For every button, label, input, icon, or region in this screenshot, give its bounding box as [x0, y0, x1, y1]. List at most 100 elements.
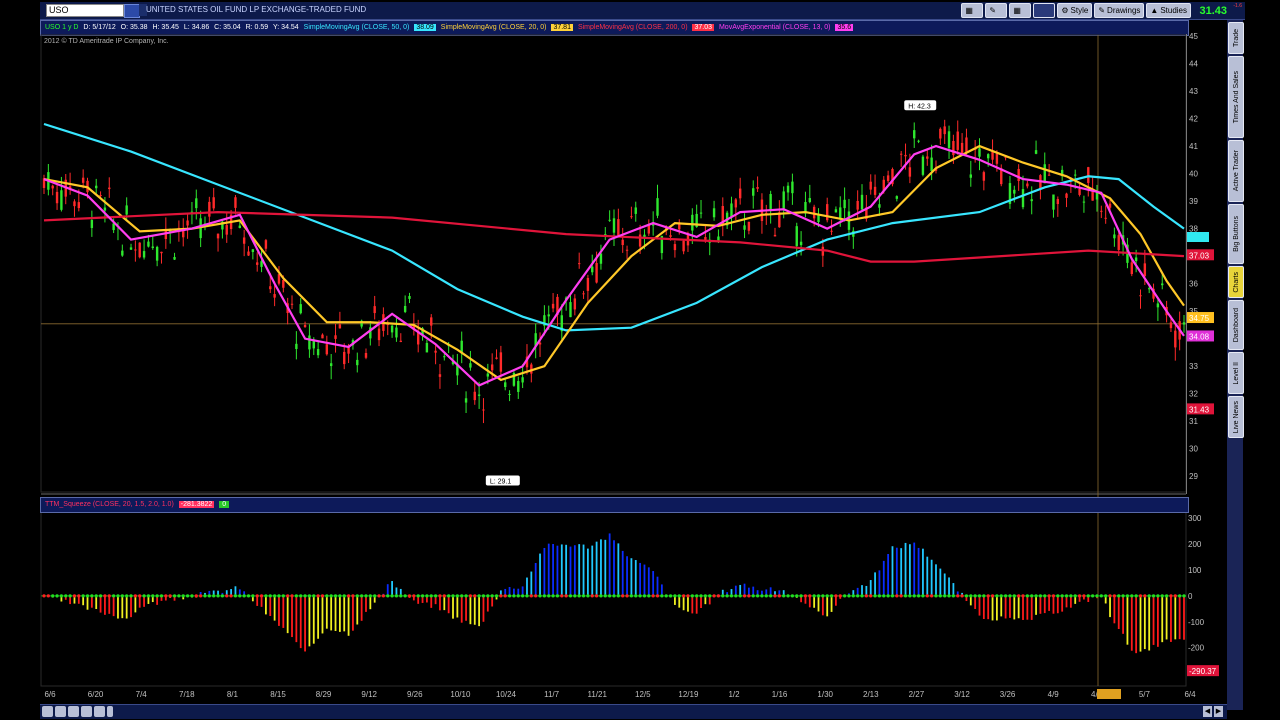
candle-body [216, 233, 220, 239]
squeeze-dot [355, 594, 359, 598]
tab-trade[interactable]: Trade [1228, 22, 1244, 54]
tab-label: Trade [1232, 28, 1240, 48]
squeeze-dot [394, 594, 399, 598]
scroll-forward-icon[interactable]: ▶ [1214, 706, 1223, 717]
squeeze-dot [751, 594, 755, 598]
zoom-in-icon[interactable] [55, 706, 66, 717]
candle-body [138, 242, 141, 258]
candle-body [978, 148, 981, 157]
candle-body [1074, 174, 1077, 176]
candle-body [60, 190, 63, 210]
tab-charts[interactable]: Charts [1228, 266, 1244, 298]
candle-body [238, 225, 242, 228]
squeeze-dot [851, 594, 855, 598]
squeeze-dot [982, 594, 986, 598]
squeeze-dot [564, 594, 568, 598]
squeeze-dot [420, 594, 425, 598]
candle-body [1013, 189, 1016, 194]
tab-live-news[interactable]: Live News [1228, 396, 1244, 438]
study-info-bar: TTM_Squeeze (CLOSE, 20, 1.5, 2.0, 1.0) -… [40, 497, 1189, 513]
scroll-back-icon[interactable]: ◀ [1203, 706, 1212, 717]
squeeze-dot [1086, 594, 1090, 598]
layout-icon[interactable] [94, 706, 105, 717]
candle-body [1169, 322, 1173, 329]
squeeze-dot [125, 594, 129, 598]
candle-body [1113, 234, 1116, 239]
squeeze-dot [90, 594, 94, 598]
candle-body [930, 157, 933, 171]
candle-body [129, 247, 133, 250]
candle-body [747, 221, 751, 231]
tab-active-trader[interactable]: Active Trader [1228, 140, 1244, 202]
squeeze-dot [769, 594, 773, 598]
moving-average-line-4 [43, 144, 1185, 387]
price-chart[interactable]: 4544434241403938373635343332313029H: 42.… [0, 0, 1280, 720]
candle-body [730, 203, 733, 218]
candle-body [943, 126, 946, 135]
tab-level-ii[interactable]: Level II [1228, 352, 1244, 394]
squeeze-dot [425, 594, 429, 598]
squeeze-dot [1004, 594, 1008, 598]
squeeze-dot [42, 594, 46, 598]
squeeze-dot [577, 594, 581, 598]
cursor-icon[interactable] [81, 706, 92, 717]
squeeze-dot [542, 594, 546, 598]
candle-body [234, 197, 237, 208]
candle-body [55, 191, 59, 204]
candle-body [242, 237, 246, 244]
candle-body [699, 212, 703, 214]
price-axis-label: 39 [1189, 197, 1198, 206]
squeeze-dot [547, 594, 551, 598]
candle-body [926, 156, 929, 159]
squeeze-dot [1117, 594, 1121, 598]
squeeze-dot [447, 594, 451, 598]
squeeze-dot [259, 594, 264, 598]
tab-times-and-sales[interactable]: Times And Sales [1228, 56, 1244, 138]
candle-body [682, 240, 685, 252]
candle-body [1082, 201, 1086, 203]
squeeze-dot [860, 594, 864, 598]
zoom-out-icon[interactable] [68, 706, 79, 717]
scroll-controls: ◀ ▶ [1203, 706, 1223, 717]
tab-big-buttons[interactable]: Big Buttons [1228, 204, 1244, 264]
add-icon[interactable] [42, 706, 53, 717]
time-axis-label: 6/4 [1184, 690, 1196, 699]
squeeze-dot [168, 594, 172, 598]
candle-body [899, 153, 903, 155]
candle-body [608, 219, 611, 221]
squeeze-dot [255, 594, 259, 598]
squeeze-dot [72, 594, 77, 598]
candle-body [343, 351, 346, 365]
tab-dashboard[interactable]: Dashboard [1228, 300, 1244, 350]
candle-body [691, 214, 694, 231]
squeeze-dot [655, 594, 660, 598]
tab-label: Times And Sales [1232, 70, 1240, 124]
squeeze-dot [838, 594, 842, 598]
time-axis-label: 12/19 [678, 690, 699, 699]
squeeze-dot [1025, 594, 1029, 598]
squeeze-dot [921, 594, 925, 598]
candle-body [256, 262, 259, 265]
candle-body [786, 185, 790, 193]
candle-body [634, 207, 637, 214]
candle-body [956, 131, 959, 150]
squeeze-dot [407, 594, 412, 598]
squeeze-dot [1012, 594, 1016, 598]
candle-body [299, 304, 302, 314]
time-axis-label: 2/27 [909, 690, 925, 699]
ttm-squeeze-label[interactable]: TTM_Squeeze (CLOSE, 20, 1.5, 2.0, 1.0) [45, 501, 174, 508]
candle-body [895, 196, 899, 199]
candle-body [1156, 303, 1160, 308]
candle-body [1017, 168, 1020, 182]
squeeze-dot [503, 594, 507, 598]
squeeze-dot [1008, 594, 1012, 598]
squeeze-dot [120, 594, 124, 598]
candle-body [155, 246, 159, 261]
scroll-left-icon[interactable] [107, 706, 113, 717]
ttm-squeeze-zero: 0 [219, 501, 230, 508]
candle-body [573, 298, 577, 310]
candle-body [1134, 257, 1138, 262]
time-axis-label: 2/13 [863, 690, 879, 699]
candle-body [656, 198, 659, 216]
candle-body [373, 306, 376, 314]
